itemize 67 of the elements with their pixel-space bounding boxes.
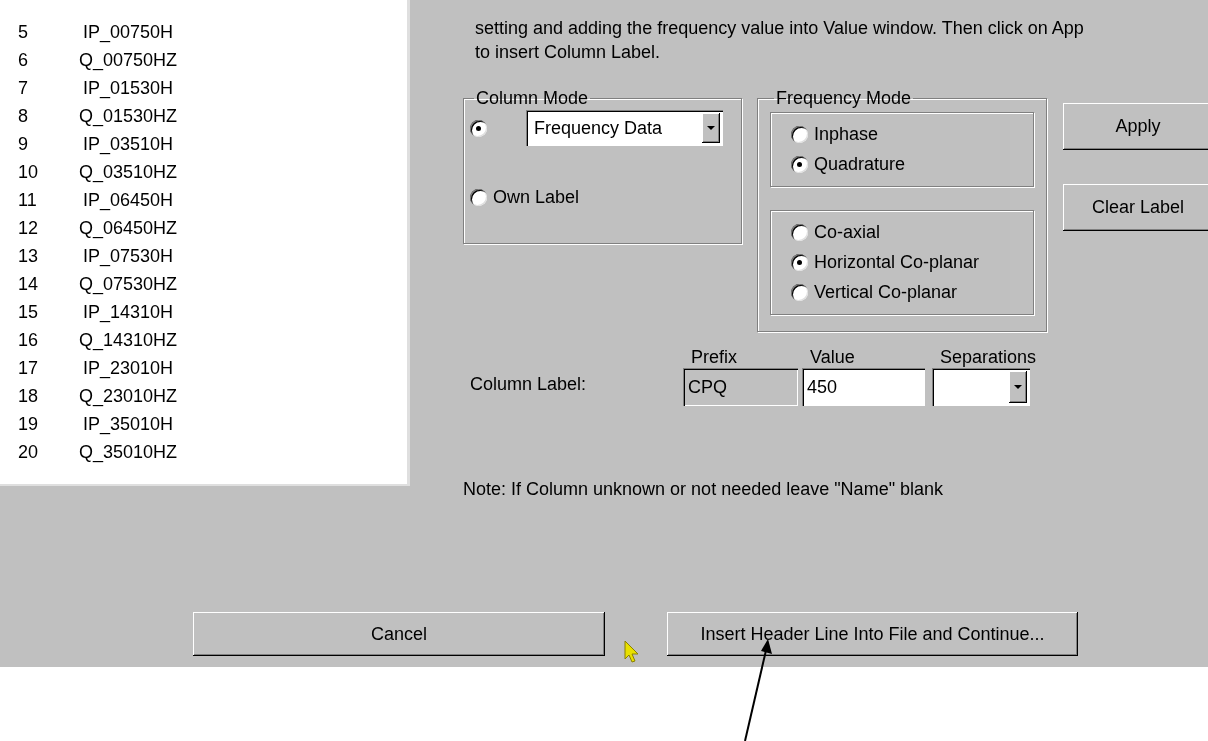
row-number: 7: [17, 76, 29, 100]
column-name[interactable]: Q_01530HZ: [60, 102, 196, 130]
column-name[interactable]: IP_07530H: [60, 242, 196, 270]
radio-label: Own Label: [493, 186, 580, 209]
row-number: 20: [17, 440, 40, 464]
column-name[interactable]: Q_03510HZ: [60, 158, 196, 186]
dropdown-field[interactable]: [932, 368, 1030, 406]
caret-icon: [707, 126, 715, 130]
readonly-field: CPQ: [683, 368, 798, 406]
dropdown-arrow-button[interactable]: [1009, 371, 1027, 403]
row-number: 16: [17, 328, 40, 352]
radio-label: Co-axial: [814, 221, 881, 244]
column-name[interactable]: IP_35010H: [60, 410, 196, 438]
radio-button[interactable]: [470, 189, 487, 206]
column-name[interactable]: IP_03510H: [60, 130, 196, 158]
row-number: 18: [17, 384, 40, 408]
row-number: 15: [17, 300, 40, 324]
instruction-text: to insert Column Label.: [475, 41, 661, 64]
side-button[interactable]: Apply: [1063, 103, 1208, 150]
radio-button[interactable]: [791, 125, 808, 143]
column-name[interactable]: Q_23010HZ: [60, 382, 196, 410]
radio-button[interactable]: [791, 155, 808, 173]
group-title: Frequency Mode: [775, 88, 913, 108]
instruction-text: setting and adding the frequency value into Value window. Then click on App: [475, 17, 1084, 40]
note-text: Note: If Column unknown or not needed leave "Name" blank: [463, 478, 944, 501]
column-name[interactable]: IP_14310H: [60, 298, 196, 326]
row-number: 11: [17, 188, 38, 212]
row-number: 6: [17, 48, 29, 72]
column-name[interactable]: Q_35010HZ: [60, 438, 196, 466]
column-name[interactable]: Q_07530HZ: [60, 270, 196, 298]
row-number: 13: [17, 244, 40, 268]
dialog-button[interactable]: Cancel: [193, 612, 605, 656]
input-field[interactable]: 450: [802, 368, 925, 406]
radio-button[interactable]: [470, 119, 487, 137]
radio-label: Vertical Co-planar: [814, 281, 958, 304]
dropdown-field[interactable]: Frequency Data: [526, 110, 723, 146]
column-list[interactable]: [0, 0, 410, 486]
row-number: 17: [17, 356, 40, 380]
column-label-text: Column Label:: [469, 373, 588, 396]
dialog-button[interactable]: Insert Header Line Into File and Continue...: [667, 612, 1078, 656]
column-name[interactable]: IP_23010H: [60, 354, 196, 382]
column-name[interactable]: IP_06450H: [60, 186, 196, 214]
side-button[interactable]: Clear Label: [1063, 184, 1208, 231]
column-name[interactable]: Q_06450HZ: [60, 214, 196, 242]
dropdown-arrow-button[interactable]: [702, 113, 720, 143]
row-number: 9: [17, 132, 29, 156]
group-title: Column Mode: [475, 88, 590, 108]
row-number: 8: [17, 104, 29, 128]
row-number: 10: [17, 160, 40, 184]
radio-label: Horizontal Co-planar: [814, 251, 980, 274]
column-name[interactable]: Q_14310HZ: [60, 326, 196, 354]
radio-label: Inphase: [814, 123, 879, 146]
field-header: Prefix: [691, 346, 737, 368]
row-number: 19: [17, 412, 40, 436]
row-number: 14: [17, 272, 40, 296]
caret-icon: [1014, 385, 1022, 389]
row-number: 12: [17, 216, 40, 240]
radio-button[interactable]: [791, 223, 808, 241]
field-header: Value: [810, 346, 855, 368]
radio-button[interactable]: [791, 283, 808, 301]
column-name[interactable]: IP_01530H: [60, 74, 196, 102]
column-name[interactable]: IP_00750H: [60, 18, 196, 46]
radio-label: Quadrature: [814, 153, 906, 176]
column-name[interactable]: Q_00750HZ: [60, 46, 196, 74]
mouse-pointer-icon: [624, 640, 640, 664]
field-header: Separations: [940, 346, 1037, 368]
row-number: 5: [17, 20, 29, 44]
